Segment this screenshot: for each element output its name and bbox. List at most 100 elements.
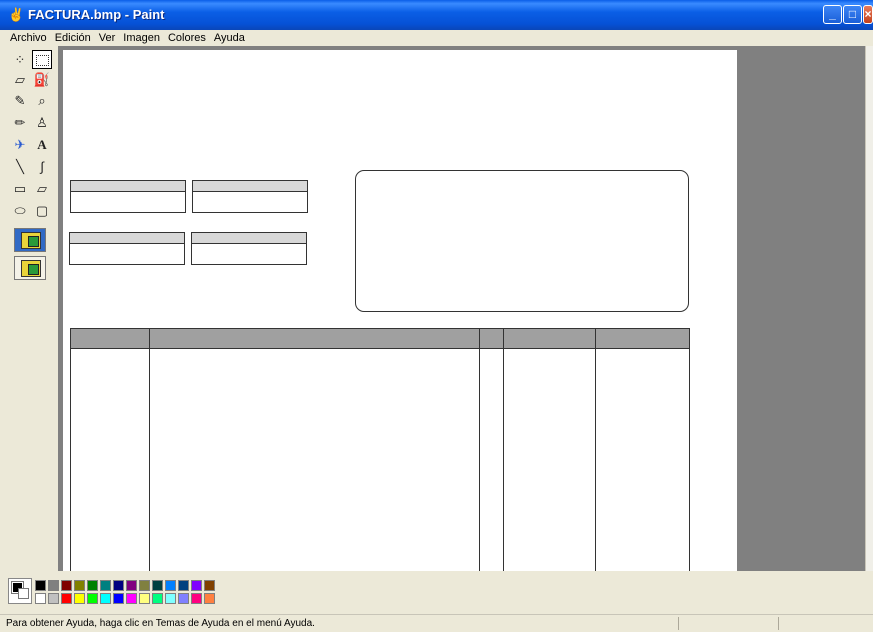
- color-swatch[interactable]: [191, 593, 202, 604]
- select-tool[interactable]: [32, 50, 52, 69]
- table-column-divider: [595, 329, 596, 571]
- status-bar: Para obtener Ayuda, haga clic en Temas d…: [0, 614, 873, 632]
- field-header: [71, 181, 185, 192]
- title-bar[interactable]: ✌ FACTURA.bmp - Paint _ □ ×: [0, 0, 873, 30]
- invoice-field-box: [70, 180, 186, 213]
- window-title: FACTURA.bmp - Paint: [28, 7, 165, 22]
- color-swatch[interactable]: [126, 593, 137, 604]
- restore-icon: □: [848, 7, 857, 21]
- color-swatch[interactable]: [139, 593, 150, 604]
- color-swatch[interactable]: [74, 580, 85, 591]
- color-swatch[interactable]: [35, 580, 46, 591]
- close-icon: ×: [864, 7, 872, 21]
- menu-ayuda[interactable]: Ayuda: [210, 30, 249, 46]
- curve-tool[interactable]: ∫: [32, 157, 52, 176]
- status-separator: [678, 617, 679, 630]
- color-swatch[interactable]: [48, 593, 59, 604]
- invoice-field-box: [192, 180, 308, 213]
- color-swatch[interactable]: [113, 593, 124, 604]
- color-swatch[interactable]: [191, 580, 202, 591]
- rectangle-tool[interactable]: ▭: [10, 179, 30, 198]
- color-swatch[interactable]: [204, 593, 215, 604]
- minimize-button[interactable]: _: [823, 5, 842, 24]
- color-swatch[interactable]: [100, 593, 111, 604]
- menu-edicion[interactable]: Edición: [51, 30, 95, 46]
- free-select-tool[interactable]: ⁘: [10, 50, 30, 69]
- color-swatch[interactable]: [35, 593, 46, 604]
- status-text: Para obtener Ayuda, haga clic en Temas d…: [6, 618, 315, 629]
- invoice-table: [70, 328, 690, 571]
- fill-tool[interactable]: ⛽: [32, 70, 52, 89]
- invoice-table-header: [71, 329, 689, 349]
- color-swatch[interactable]: [61, 580, 72, 591]
- airbrush-icon: ✈: [14, 137, 26, 152]
- invoice-field-box: [69, 232, 185, 265]
- table-column-divider: [479, 329, 480, 571]
- invoice-field-box: [191, 232, 307, 265]
- color-swatch[interactable]: [87, 593, 98, 604]
- brush-icon: ♙: [36, 115, 48, 130]
- color-swatch[interactable]: [165, 593, 176, 604]
- restore-button[interactable]: □: [843, 5, 862, 24]
- text-icon: A: [37, 137, 47, 152]
- color-swatch[interactable]: [87, 580, 98, 591]
- color-swatch[interactable]: [139, 580, 150, 591]
- airbrush-tool[interactable]: ✈: [10, 135, 30, 154]
- text-tool[interactable]: A: [32, 135, 52, 154]
- opaque-mode-icon: [21, 232, 41, 249]
- eraser-icon: ▱: [15, 72, 25, 87]
- color-swatch[interactable]: [152, 580, 163, 591]
- color-swatch[interactable]: [74, 593, 85, 604]
- curve-icon: ∫: [40, 159, 44, 174]
- rounded-rect-icon: ▢: [35, 203, 49, 218]
- ellipse-icon: ⬭: [14, 203, 26, 218]
- color-swatch[interactable]: [178, 593, 189, 604]
- minimize-icon: _: [829, 7, 836, 21]
- background-color: [18, 588, 29, 599]
- color-swatch[interactable]: [113, 580, 124, 591]
- polygon-icon: ▱: [37, 181, 47, 196]
- polygon-tool[interactable]: ▱: [32, 179, 52, 198]
- toolbox: ⁘ ▱ ⛽ ✎ ⌕ ✏ ♙ ✈ A ╲ ∫ ▭ ▱ ⬭ ▢: [8, 50, 56, 300]
- menu-colores[interactable]: Colores: [164, 30, 210, 46]
- fill-icon: ⛽: [33, 72, 51, 87]
- color-swatch[interactable]: [100, 580, 111, 591]
- menu-imagen[interactable]: Imagen: [119, 30, 164, 46]
- pick-color-tool[interactable]: ✎: [10, 91, 30, 110]
- field-header: [193, 181, 307, 192]
- close-button[interactable]: ×: [863, 5, 873, 24]
- free-select-icon: ⁘: [14, 52, 26, 67]
- color-swatch[interactable]: [178, 580, 189, 591]
- field-header: [192, 233, 306, 244]
- field-header: [70, 233, 184, 244]
- color-palette: [0, 572, 873, 610]
- brush-tool[interactable]: ♙: [32, 113, 52, 132]
- color-swatch[interactable]: [204, 580, 215, 591]
- magnifier-tool[interactable]: ⌕: [32, 91, 52, 110]
- pencil-tool[interactable]: ✏: [10, 113, 30, 132]
- table-column-divider: [503, 329, 504, 571]
- paint-app-icon[interactable]: ✌: [8, 8, 24, 22]
- rectangle-icon: ▭: [13, 181, 27, 196]
- ellipse-tool[interactable]: ⬭: [10, 201, 30, 220]
- drawing-canvas[interactable]: [63, 50, 737, 571]
- line-tool[interactable]: ╲: [10, 157, 30, 176]
- color-swatch[interactable]: [165, 580, 176, 591]
- magnifier-icon: ⌕: [38, 93, 46, 108]
- vertical-scrollbar[interactable]: [865, 46, 873, 571]
- eraser-tool[interactable]: ▱: [10, 70, 30, 89]
- pencil-icon: ✏: [14, 115, 26, 130]
- color-swatch[interactable]: [61, 593, 72, 604]
- transparent-mode-option[interactable]: [14, 256, 46, 280]
- menu-ver[interactable]: Ver: [95, 30, 120, 46]
- color-swatch[interactable]: [126, 580, 137, 591]
- transparent-mode-icon: [21, 260, 41, 277]
- line-icon: ╲: [16, 159, 24, 174]
- opaque-mode-option[interactable]: [14, 228, 46, 252]
- pick-color-icon: ✎: [14, 93, 26, 108]
- menu-archivo[interactable]: Archivo: [6, 30, 51, 46]
- rounded-rect-tool[interactable]: ▢: [32, 201, 52, 220]
- color-swatch[interactable]: [48, 580, 59, 591]
- color-swatch[interactable]: [152, 593, 163, 604]
- current-colors[interactable]: [8, 578, 32, 604]
